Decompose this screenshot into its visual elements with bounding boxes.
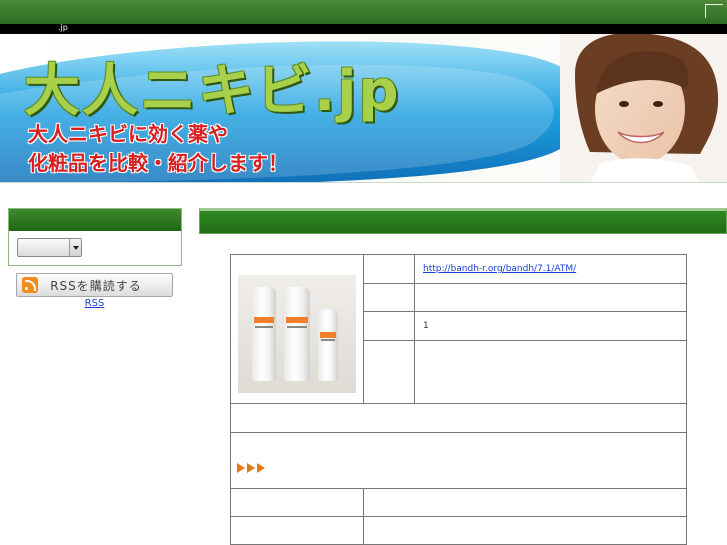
product-bottle-2 [284,287,310,381]
product-bottle-3 [318,309,338,381]
table-value-cell [414,283,687,312]
banner-subtitle-line2: 化粧品を比較・紹介します！ [28,151,288,175]
spec-value-cell [363,488,687,517]
sidebar-category-box [8,208,182,266]
arrow-icon [257,463,265,473]
table-label-cell [363,254,415,284]
site-domain-label: .jp [58,23,68,32]
arrow-icon [237,463,245,473]
spec-label-cell [230,488,364,517]
table-label-cell [363,340,415,404]
site-banner[interactable]: 大人ニキビ.jp 大人ニキビに効く薬や 化粧品を比較・紹介します！ [0,34,727,183]
product-bottle-1 [252,287,276,381]
top-header-bar [0,0,727,24]
product-description-row [230,403,687,433]
category-select[interactable] [17,238,82,257]
table-label-cell [363,311,415,341]
rss-icon [22,277,38,293]
arrow-icon [247,463,255,473]
table-value-cell [414,340,687,404]
banner-subtitle-line1: 大人ニキビに効く薬や [28,122,228,146]
spec-value-cell [363,516,687,545]
rss-subscribe-button[interactable]: RSSを購読する [16,273,173,297]
sidebar-box-header [9,209,181,231]
rss-link[interactable]: RSS [66,298,123,309]
sub-header-bar: .jp [0,23,727,34]
rss-subscribe-label: RSSを購読する [50,278,142,293]
table-value-cell: http://bandh-r.org/bandh/7.1/ATM/ [414,254,687,284]
product-quantity: 1 [423,321,429,331]
table-value-cell: 1 [414,311,687,341]
product-photo[interactable] [238,275,356,393]
more-link-row[interactable] [237,462,293,474]
product-detail-row [230,432,687,489]
chevron-down-icon[interactable] [69,239,81,256]
product-image-cell [230,254,364,404]
product-url-link[interactable]: http://bandh-r.org/bandh/7.1/ATM/ [423,264,576,274]
main-section-header [199,208,727,234]
more-info-link[interactable] [271,462,293,474]
top-corner-link[interactable] [705,4,723,18]
banner-title: 大人ニキビ.jp [24,59,401,124]
product-info-table: http://bandh-r.org/bandh/7.1/ATM/ 1 [230,254,687,545]
table-label-cell [363,283,415,312]
spec-label-cell [230,516,364,545]
